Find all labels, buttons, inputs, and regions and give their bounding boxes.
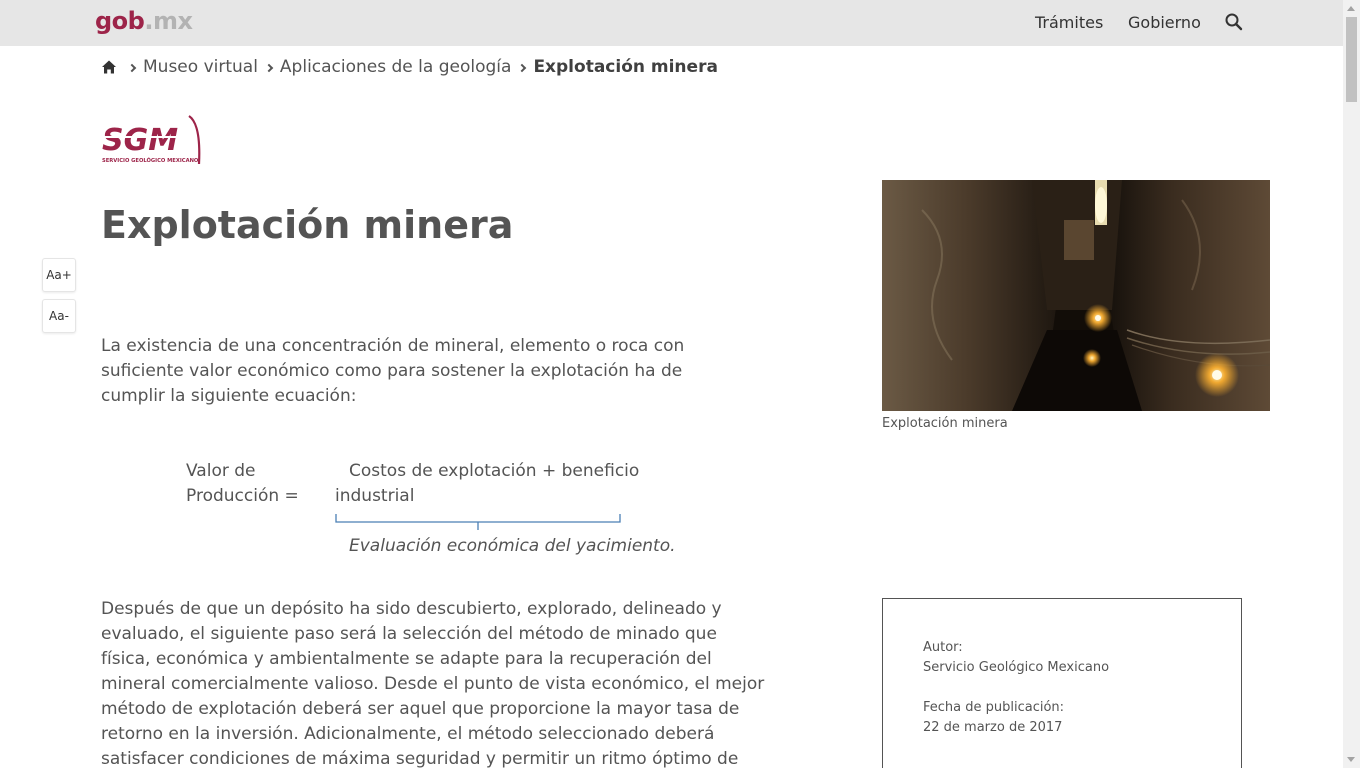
author-value: Servicio Geológico Mexicano [923,660,1110,675]
equation-left-line2: Producción = [186,486,299,506]
date-value: 22 de marzo de 2017 [923,720,1063,735]
breadcrumb-museo-virtual[interactable]: Museo virtual [143,57,258,77]
page-title: Explotación minera [101,203,514,247]
body-paragraph: Después de que un depósito ha sido descu… [101,599,765,768]
breadcrumb-separator-icon [518,63,527,73]
sgm-logo-letters: SGM [102,123,178,158]
scroll-up-arrow-icon[interactable] [1347,6,1355,11]
breadcrumb-current: Explotación minera [533,57,718,77]
gobmx-logo[interactable]: gob.mx [95,7,193,35]
publication-info-box: Autor: Servicio Geológico Mexicano Fecha… [882,598,1242,768]
intro-paragraph: La existencia de una concentración de mi… [101,336,685,406]
nav-gobierno[interactable]: Gobierno [1128,13,1201,32]
brand-part1: gob [95,7,145,35]
scroll-thumb[interactable] [1346,17,1357,102]
breadcrumb-aplicaciones-geologia[interactable]: Aplicaciones de la geología [280,57,512,77]
image-caption: Explotación minera [882,416,1008,431]
equation-caption: Evaluación económica del yacimiento. [349,536,676,556]
top-bar: gob.mx Trámites Gobierno [0,0,1343,46]
sgm-logo: SGM SERVICIO GEOLÓGICO MEXICANO [101,115,201,165]
search-icon[interactable] [1224,12,1244,32]
sgm-logo-subtitle: SERVICIO GEOLÓGICO MEXICANO [102,157,199,164]
breadcrumb-separator-icon [264,63,274,73]
scroll-down-arrow-icon[interactable] [1347,757,1355,762]
author-label: Autor: [923,640,963,655]
nav-tramites[interactable]: Trámites [1035,13,1103,32]
breadcrumb-separator-icon [127,63,137,73]
equation-brace [335,514,621,530]
date-label: Fecha de publicación: [923,700,1065,715]
page-scrollbar[interactable] [1343,0,1360,768]
home-icon[interactable] [101,59,117,75]
brand-part2: .mx [144,7,193,35]
mine-tunnel-photo [882,180,1270,411]
equation-right-line1: Costos de explotación + beneficio [349,461,640,481]
breadcrumb: Museo virtual Aplicaciones de la geologí… [101,55,718,79]
font-decrease-button[interactable]: Aa- [42,299,76,333]
equation-right-line2: industrial [335,486,415,506]
font-increase-button[interactable]: Aa+ [42,258,76,292]
equation-left-line1: Valor de [186,461,256,481]
